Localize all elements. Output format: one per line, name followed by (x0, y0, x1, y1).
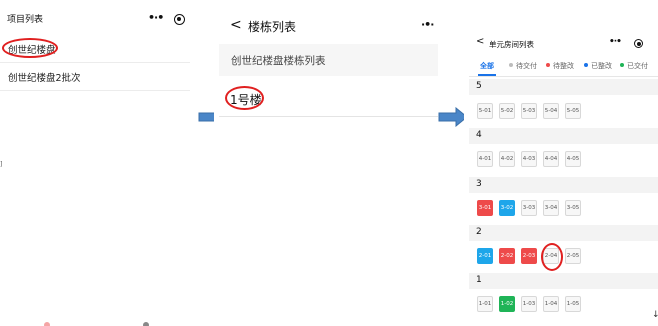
unit-cell[interactable]: 3-03 (521, 200, 537, 216)
unit-cell[interactable]: 2-02 (499, 248, 515, 264)
unit-cell[interactable]: 3-04 (543, 200, 559, 216)
tab-pending-delivery[interactable]: 待交付 (509, 61, 537, 71)
nav-bar: 项目列表 •·• (0, 0, 190, 40)
chevron-left-icon[interactable]: < (230, 17, 242, 33)
tab-label: 待整改 (553, 62, 574, 70)
unit-cell[interactable]: 4-03 (521, 151, 537, 167)
project-list-screen: 项目列表 •·• 创世纪楼盘 创世纪楼盘2批次 ] (0, 0, 190, 326)
tabbar-home-icon[interactable] (44, 322, 50, 326)
unit-cell[interactable]: 5-02 (499, 103, 515, 119)
page-title: 楼栋列表 (248, 20, 297, 34)
unit-cell[interactable]: 1-03 (521, 296, 537, 312)
tab-label: 全部 (480, 62, 494, 70)
floor-header: 2 (469, 225, 658, 241)
unit-cell[interactable]: 4-04 (543, 151, 559, 167)
tabbar-profile-icon[interactable] (143, 322, 149, 326)
unit-room-list-screen: < 单元房间列表 •·• 全部 待交付 待整改 已整改 已交付 5 5-01 5… (464, 0, 658, 326)
unit-cell[interactable]: 2-04 (543, 248, 559, 264)
more-icon[interactable]: ·•· (421, 18, 434, 31)
page-title: 项目列表 (7, 15, 44, 25)
close-target-icon[interactable] (634, 39, 643, 48)
unit-cell[interactable]: 5-03 (521, 103, 537, 119)
floor-header: 3 (469, 177, 658, 193)
unit-cell[interactable]: 2-03 (521, 248, 537, 264)
project-item[interactable]: 创世纪楼盘2批次 (0, 63, 190, 91)
page-title: 单元房间列表 (489, 40, 534, 49)
unit-cell[interactable]: 1-04 (543, 296, 559, 312)
building-list-screen: < 楼栋列表 ·•· 创世纪楼盘楼栋列表 1号楼 (214, 0, 438, 326)
unit-cell[interactable]: 5-01 (477, 103, 493, 119)
floor-label: 1 (476, 275, 482, 285)
tab-pending-rectify[interactable]: 待整改 (546, 61, 574, 71)
tab-label: 已交付 (627, 62, 648, 70)
floor-label: 4 (476, 130, 482, 140)
status-dot-icon (620, 63, 624, 67)
divider (219, 116, 438, 117)
more-icon[interactable]: •·• (609, 37, 622, 47)
unit-cell[interactable]: 2-05 (565, 248, 581, 264)
floor-header: 5 (469, 79, 658, 95)
close-target-icon[interactable] (174, 14, 185, 25)
floor-label: 3 (476, 179, 482, 189)
floor-label: 5 (476, 81, 482, 91)
floor-header: 4 (469, 128, 658, 144)
unit-cell[interactable]: 5-05 (565, 103, 581, 119)
scroll-down-icon: ↓ (652, 310, 658, 320)
project-item-label: 创世纪楼盘 (8, 45, 56, 56)
project-header-label: 创世纪楼盘楼栋列表 (231, 55, 326, 67)
project-item-label: 创世纪楼盘2批次 (8, 73, 81, 84)
unit-cell[interactable]: 1-02 (499, 296, 515, 312)
status-dot-icon (546, 63, 550, 67)
edge-mark: ] (0, 161, 3, 168)
unit-cell[interactable]: 2-01 (477, 248, 493, 264)
unit-cell[interactable]: 4-05 (565, 151, 581, 167)
divider (469, 76, 658, 77)
status-dot-icon (584, 63, 588, 67)
tab-delivered[interactable]: 已交付 (620, 61, 648, 71)
chevron-left-icon[interactable]: < (476, 36, 484, 47)
unit-cell[interactable]: 4-01 (477, 151, 493, 167)
project-item[interactable]: 创世纪楼盘 (0, 35, 190, 63)
tab-all[interactable]: 全部 (480, 61, 494, 71)
status-dot-icon (509, 63, 513, 67)
unit-cell[interactable]: 4-02 (499, 151, 515, 167)
unit-cell[interactable]: 1-05 (565, 296, 581, 312)
more-icon[interactable]: •·• (148, 11, 164, 24)
unit-cell[interactable]: 1-01 (477, 296, 493, 312)
unit-cell[interactable]: 3-01 (477, 200, 493, 216)
tab-rectified[interactable]: 已整改 (584, 61, 612, 71)
building-item[interactable]: 1号楼 (230, 91, 262, 108)
unit-cell[interactable]: 5-04 (543, 103, 559, 119)
tab-label: 待交付 (516, 62, 537, 70)
unit-cell[interactable]: 3-02 (499, 200, 515, 216)
floor-header: 1 (469, 273, 658, 289)
tab-label: 已整改 (591, 62, 612, 70)
floor-label: 2 (476, 227, 482, 237)
unit-cell[interactable]: 3-05 (565, 200, 581, 216)
project-header-card: 创世纪楼盘楼栋列表 (219, 44, 438, 76)
